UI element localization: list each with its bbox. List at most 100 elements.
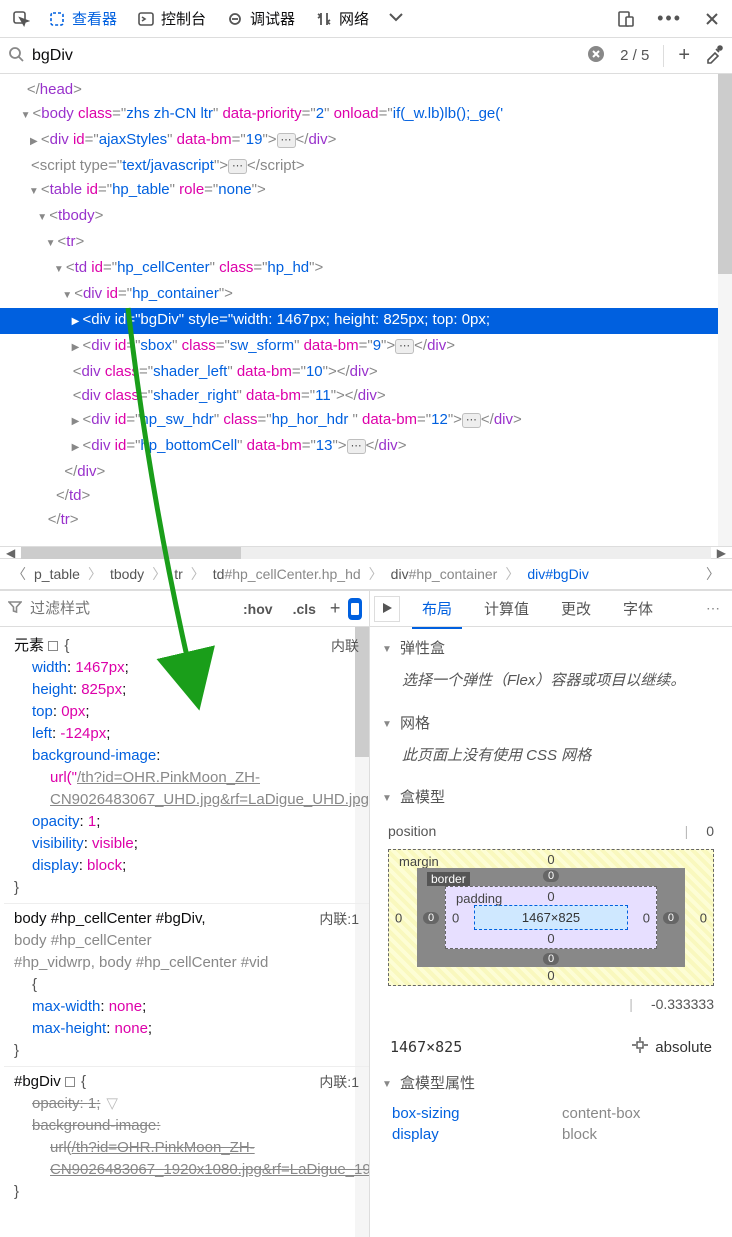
chevron-right-icon[interactable]: 〉 xyxy=(702,564,724,584)
rule-block[interactable]: 内联:1 #bgDiv { opacity: 1;▽ background-im… xyxy=(4,1067,369,1207)
rule-source[interactable]: 内联:1 xyxy=(319,1071,359,1093)
rules-body[interactable]: 内联 元素 { width: 1467px; height: 825px; to… xyxy=(0,627,369,1237)
dom-node[interactable]: <table id="hp_table" role="none"> xyxy=(0,178,732,204)
devtools-toolbar: 查看器 控制台 调试器 网络 ••• xyxy=(0,0,732,38)
css-prop-value[interactable]: url("/th?id=OHR.PinkMoon_ZH-CN9026483067… xyxy=(14,767,359,811)
dom-node[interactable]: <div class="shader_left" data-bm="10"></… xyxy=(0,360,732,384)
css-prop-overridden[interactable]: opacity: 1;▽ xyxy=(14,1093,359,1115)
accordion-boxmodel[interactable]: 盒模型 xyxy=(370,780,732,813)
html-search-bar: 2 / 5 + xyxy=(0,38,732,74)
accordion-boxprops[interactable]: 盒模型属性 xyxy=(370,1066,732,1099)
filter-icon[interactable]: ▽ xyxy=(106,1093,118,1115)
breadcrumb-item[interactable]: tr xyxy=(170,566,187,582)
dom-node[interactable]: <div id="sbox" class="sw_sform" data-bm=… xyxy=(0,334,732,360)
tab-inspector[interactable]: 查看器 xyxy=(38,2,127,35)
rules-pane: :hov .cls + 内联 元素 { width: 1467px; heigh… xyxy=(0,591,370,1237)
overflow-icon[interactable]: ⋯ xyxy=(698,600,728,617)
dom-node[interactable]: </td> xyxy=(0,484,732,508)
border-label: border xyxy=(427,872,470,886)
cls-button[interactable]: .cls xyxy=(287,599,322,619)
play-icon[interactable] xyxy=(374,596,400,622)
dom-node[interactable]: </tr> xyxy=(0,508,732,532)
layout-body[interactable]: 弹性盒 选择一个弹性（Flex）容器或项目以继续。 网格 此页面上没有使用 CS… xyxy=(370,627,732,1237)
css-prop[interactable]: background-image: xyxy=(14,745,359,767)
dom-node[interactable]: <td id="hp_cellCenter" class="hp_hd"> xyxy=(0,256,732,282)
prop-row[interactable]: box-sizingcontent-box xyxy=(382,1103,720,1124)
rule-source[interactable]: 内联 xyxy=(331,635,359,657)
dom-node[interactable]: </div> xyxy=(0,460,732,484)
prop-row[interactable]: displayblock xyxy=(382,1124,720,1145)
pick-element-icon[interactable] xyxy=(4,4,38,34)
dom-node[interactable]: <div id="ajaxStyles" data-bm="19">⋯</div… xyxy=(0,128,732,154)
chevron-down-icon xyxy=(380,1074,394,1091)
dom-node-selected[interactable]: <div id="bgDiv" style="width: 1467px; he… xyxy=(0,308,732,334)
css-prop[interactable]: height: 825px; xyxy=(14,679,359,701)
clear-icon[interactable] xyxy=(586,44,606,67)
tab-network[interactable]: 网络 xyxy=(305,2,379,35)
dom-node[interactable]: <div id="hp_container"> xyxy=(0,282,732,308)
breadcrumb-item[interactable]: p_table xyxy=(30,566,84,582)
css-prop[interactable]: width: 1467px; xyxy=(14,657,359,679)
responsive-icon[interactable] xyxy=(609,4,643,34)
dom-node[interactable]: <div id="hp_sw_hdr" class="hp_hor_hdr " … xyxy=(0,408,732,434)
search-input[interactable] xyxy=(32,47,578,65)
swatch-icon[interactable] xyxy=(65,1077,75,1087)
element-size: 1467×825 xyxy=(390,1038,462,1056)
breadcrumb-item[interactable]: tbody xyxy=(106,566,148,582)
dom-node[interactable]: <script type="text/javascript">⋯</script… xyxy=(0,154,732,178)
tab-changes[interactable]: 更改 xyxy=(551,590,601,627)
tab-computed[interactable]: 计算值 xyxy=(474,590,539,627)
dom-node[interactable]: </head> xyxy=(0,78,732,102)
content-size[interactable]: 1467×825 xyxy=(474,905,628,930)
tab-console[interactable]: 控制台 xyxy=(127,2,216,35)
css-prop[interactable]: max-width: none; xyxy=(14,996,359,1018)
position-bottom[interactable]: -0.333333 xyxy=(651,996,714,1012)
breadcrumb-item[interactable]: td#hp_cellCenter.hp_hd xyxy=(209,566,365,582)
size-row: 1467×825 absolute xyxy=(370,1028,732,1066)
tab-fonts[interactable]: 字体 xyxy=(613,590,663,627)
dom-node[interactable]: <body class="zhs zh-CN ltr" data-priorit… xyxy=(0,102,732,128)
accordion-flexbox[interactable]: 弹性盒 xyxy=(370,631,732,664)
position-top[interactable]: 0 xyxy=(706,823,714,839)
rule-source[interactable]: 内联:1 xyxy=(319,908,359,930)
css-prop[interactable]: visibility: visible; xyxy=(14,833,359,855)
tab-label: 查看器 xyxy=(72,8,117,29)
meatball-icon[interactable]: ••• xyxy=(649,2,690,35)
css-prop-value[interactable]: url(/th?id=OHR.PinkMoon_ZH-CN9026483067_… xyxy=(14,1137,359,1181)
swatch-icon[interactable] xyxy=(48,641,58,651)
css-prop[interactable]: left: -124px; xyxy=(14,723,359,745)
chevron-down-icon xyxy=(380,639,394,656)
dom-node[interactable]: <div id="hp_bottomCell" data-bm="13">⋯</… xyxy=(0,434,732,460)
css-prop[interactable]: top: 0px; xyxy=(14,701,359,723)
dom-node[interactable]: <div class="shader_right" data-bm="11"><… xyxy=(0,384,732,408)
box-model-diagram[interactable]: position | 0 124 margin 0 0 0 0 xyxy=(370,813,732,1028)
position-icon xyxy=(631,1036,649,1058)
new-rule-icon[interactable]: + xyxy=(330,598,341,619)
css-prop[interactable]: opacity: 1; xyxy=(14,811,359,833)
dom-tree[interactable]: </head> <body class="zhs zh-CN ltr" data… xyxy=(0,74,732,546)
margin-label: margin xyxy=(399,854,439,869)
tab-layout[interactable]: 布局 xyxy=(412,590,462,629)
add-element-icon[interactable]: + xyxy=(672,44,696,67)
overflow-icon[interactable] xyxy=(379,4,413,33)
close-icon[interactable] xyxy=(696,5,728,33)
scrollbar-vertical[interactable] xyxy=(718,74,732,546)
dom-node[interactable]: <tr> xyxy=(0,230,732,256)
scrollbar-horizontal[interactable]: ◀ ▶ xyxy=(0,546,732,558)
hov-button[interactable]: :hov xyxy=(237,599,279,619)
tab-debugger[interactable]: 调试器 xyxy=(216,2,305,35)
rule-block[interactable]: 内联:1 body #hp_cellCenter #bgDiv, body #h… xyxy=(4,904,369,1067)
network-icon xyxy=(315,10,333,28)
breadcrumb-item-active[interactable]: div#bgDiv xyxy=(523,566,593,582)
rule-block[interactable]: 内联 元素 { width: 1467px; height: 825px; to… xyxy=(4,631,369,904)
css-prop[interactable]: max-height: none; xyxy=(14,1018,359,1040)
light-mode-icon[interactable] xyxy=(348,598,362,620)
css-prop-overridden[interactable]: background-image: xyxy=(14,1115,359,1137)
chevron-left-icon[interactable]: 〈 xyxy=(8,564,30,584)
css-prop[interactable]: display: block; xyxy=(14,855,359,877)
dom-node[interactable]: <tbody> xyxy=(0,204,732,230)
eyedropper-icon[interactable] xyxy=(704,44,724,67)
filter-styles-input[interactable] xyxy=(30,600,229,617)
breadcrumb-item[interactable]: div#hp_container xyxy=(387,566,502,582)
accordion-grid[interactable]: 网格 xyxy=(370,706,732,739)
